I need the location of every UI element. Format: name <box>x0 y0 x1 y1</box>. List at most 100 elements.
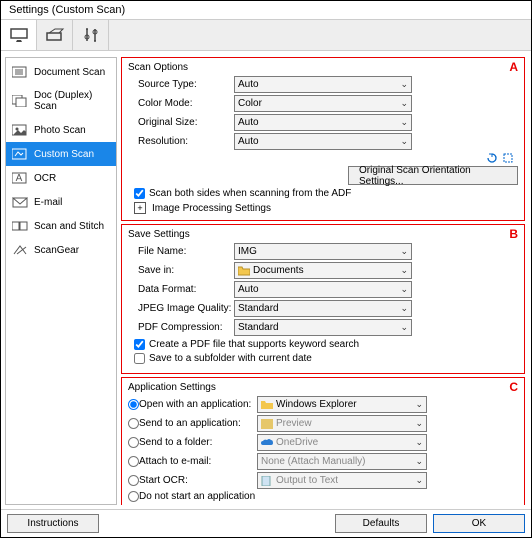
start-ocr-radio[interactable] <box>128 475 139 486</box>
explorer-icon <box>261 400 273 410</box>
chevron-down-icon: ⌄ <box>400 284 408 295</box>
sidebar-item-label: ScanGear <box>34 245 79 256</box>
email-icon <box>12 196 28 208</box>
source-type-label: Source Type: <box>128 79 234 90</box>
defaults-button[interactable]: Defaults <box>335 514 427 533</box>
resolution-select[interactable]: Auto⌄ <box>234 133 412 150</box>
duplex-scan-icon <box>12 95 28 107</box>
annotation-letter-b: B <box>509 227 518 241</box>
send-to-folder-radio[interactable] <box>128 437 139 448</box>
save-subfolder-label: Save to a subfolder with current date <box>149 353 312 364</box>
open-with-radio[interactable] <box>128 399 139 410</box>
data-format-select[interactable]: Auto⌄ <box>234 281 412 298</box>
sidebar-item-label: Custom Scan <box>34 149 94 160</box>
chevron-down-icon: ⌄ <box>400 136 408 147</box>
attach-email-radio[interactable] <box>128 456 139 467</box>
file-name-input[interactable]: IMG⌄ <box>234 243 412 260</box>
chevron-down-icon: ⌄ <box>415 475 423 486</box>
annotation-letter-c: C <box>509 380 518 394</box>
attach-email-label: Attach to e-mail: <box>139 456 257 467</box>
pdf-compression-select[interactable]: Standard⌄ <box>234 319 412 336</box>
sidebar-item-email[interactable]: E-mail <box>6 190 116 214</box>
scan-both-sides-checkbox[interactable] <box>134 188 145 199</box>
save-settings-title: Save Settings <box>128 229 518 240</box>
attach-email-select[interactable]: None (Attach Manually)⌄ <box>257 453 427 470</box>
custom-scan-icon <box>12 148 28 160</box>
sidebar-item-document-scan[interactable]: Document Scan <box>6 60 116 84</box>
original-size-label: Original Size: <box>128 117 234 128</box>
chevron-down-icon: ⌄ <box>400 322 408 333</box>
color-mode-label: Color Mode: <box>128 98 234 109</box>
chevron-down-icon: ⌄ <box>400 117 408 128</box>
preview-icon <box>261 419 273 429</box>
jpeg-quality-select[interactable]: Standard⌄ <box>234 300 412 317</box>
chevron-down-icon: ⌄ <box>400 246 408 257</box>
send-to-app-radio[interactable] <box>128 418 139 429</box>
source-type-select[interactable]: Auto⌄ <box>234 76 412 93</box>
chevron-down-icon: ⌄ <box>415 456 423 467</box>
sidebar-item-scangear[interactable]: ScanGear <box>6 238 116 262</box>
settings-window: Settings (Custom Scan) Document Scan Doc… <box>0 0 532 538</box>
send-to-folder-select[interactable]: OneDrive⌄ <box>257 434 427 451</box>
rotate-left-icon[interactable] <box>484 152 498 164</box>
sidebar: Document Scan Doc (Duplex) Scan Photo Sc… <box>5 57 117 505</box>
chevron-down-icon: ⌄ <box>415 418 423 429</box>
start-ocr-select[interactable]: Output to Text⌄ <box>257 472 427 489</box>
save-in-select[interactable]: Documents⌄ <box>234 262 412 279</box>
tab-scan-from-computer[interactable] <box>1 20 37 50</box>
chevron-down-icon: ⌄ <box>400 79 408 90</box>
save-settings-group: B Save Settings File Name: IMG⌄ Save in:… <box>121 224 525 374</box>
sidebar-item-photo-scan[interactable]: Photo Scan <box>6 118 116 142</box>
folder-icon <box>238 266 250 276</box>
scan-both-sides-label: Scan both sides when scanning from the A… <box>149 188 351 199</box>
photo-scan-icon <box>12 124 28 136</box>
scan-options-title: Scan Options <box>128 62 518 73</box>
sidebar-item-ocr[interactable]: A OCR <box>6 166 116 190</box>
save-subfolder-checkbox[interactable] <box>134 353 145 364</box>
instructions-button[interactable]: Instructions <box>7 514 99 533</box>
sidebar-item-custom-scan[interactable]: Custom Scan <box>6 142 116 166</box>
sidebar-item-label: Photo Scan <box>34 125 86 136</box>
do-not-start-label: Do not start an application <box>139 491 255 502</box>
resolution-label: Resolution: <box>128 136 234 147</box>
save-in-label: Save in: <box>128 265 234 276</box>
ok-button[interactable]: OK <box>433 514 525 533</box>
original-size-select[interactable]: Auto⌄ <box>234 114 412 131</box>
main-panel: A Scan Options Source Type: Auto⌄ Color … <box>121 57 527 505</box>
create-pdf-keyword-label: Create a PDF file that supports keyword … <box>149 339 359 350</box>
send-to-app-label: Send to an application: <box>139 418 257 429</box>
jpeg-quality-label: JPEG Image Quality: <box>128 303 234 314</box>
open-with-label: Open with an application: <box>139 399 257 410</box>
text-output-icon <box>261 476 273 486</box>
create-pdf-keyword-checkbox[interactable] <box>134 339 145 350</box>
tab-general-settings[interactable] <box>73 20 109 50</box>
monitor-icon <box>9 27 29 43</box>
crop-icon[interactable] <box>502 152 516 164</box>
application-settings-group: C Application Settings Open with an appl… <box>121 377 525 505</box>
sidebar-item-label: E-mail <box>34 197 62 208</box>
annotation-letter-a: A <box>509 60 518 74</box>
data-format-label: Data Format: <box>128 284 234 295</box>
onedrive-icon <box>261 438 273 448</box>
send-to-app-select[interactable]: Preview⌄ <box>257 415 427 432</box>
chevron-down-icon: ⌄ <box>400 98 408 109</box>
stitch-icon <box>12 220 28 232</box>
expand-image-processing[interactable]: + <box>134 202 146 214</box>
do-not-start-radio[interactable] <box>128 491 139 502</box>
color-mode-select[interactable]: Color⌄ <box>234 95 412 112</box>
chevron-down-icon: ⌄ <box>400 303 408 314</box>
scanner-icon <box>45 27 65 43</box>
bottom-bar: Instructions Defaults OK <box>1 509 531 537</box>
sidebar-item-label: Scan and Stitch <box>34 221 104 232</box>
orientation-settings-button[interactable]: Original Scan Orientation Settings... <box>348 166 518 185</box>
image-processing-label: Image Processing Settings <box>152 203 271 214</box>
chevron-down-icon: ⌄ <box>400 265 408 276</box>
scangear-icon <box>12 244 28 256</box>
start-ocr-label: Start OCR: <box>139 475 257 486</box>
tab-scan-from-panel[interactable] <box>37 20 73 50</box>
sidebar-item-doc-duplex[interactable]: Doc (Duplex) Scan <box>6 84 116 118</box>
open-with-select[interactable]: Windows Explorer⌄ <box>257 396 427 413</box>
toolbar <box>1 20 531 51</box>
sidebar-item-scan-stitch[interactable]: Scan and Stitch <box>6 214 116 238</box>
document-scan-icon <box>12 66 28 78</box>
